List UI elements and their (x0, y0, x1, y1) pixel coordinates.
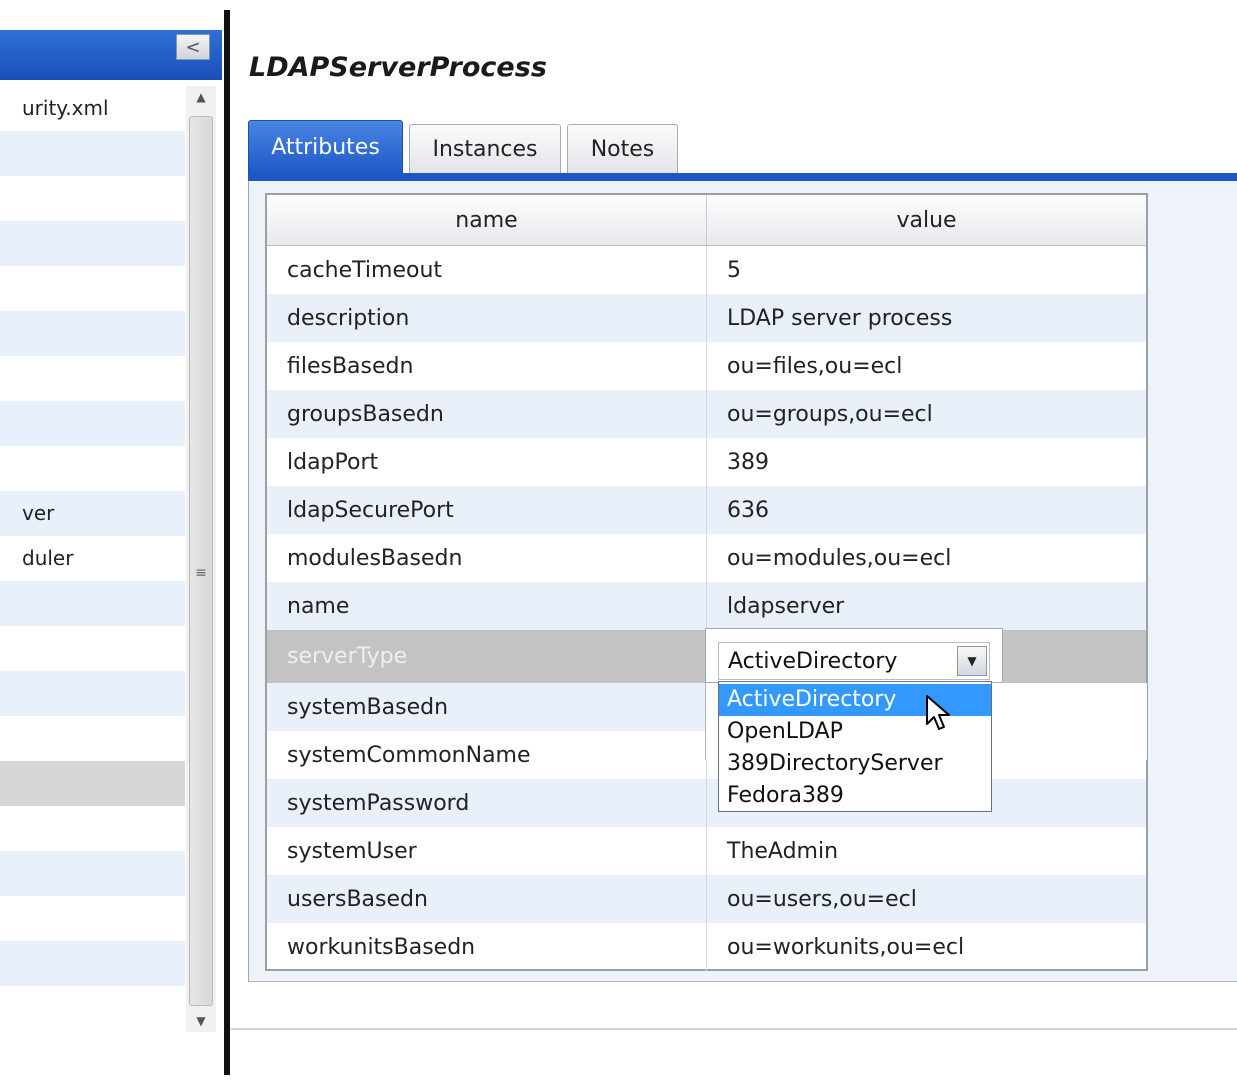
attribute-name-cell: filesBasedn (267, 342, 707, 390)
grid-row-name[interactable]: name ldapserver (267, 582, 1146, 630)
scroll-grip-icon: ≡ (195, 565, 207, 581)
attribute-value-cell[interactable]: ou=workunits,ou=ecl (707, 923, 1146, 971)
attribute-value-cell[interactable]: TheAdmin (707, 827, 1146, 875)
tree-item[interactable] (0, 311, 185, 356)
attributes-grid: name value cacheTimeout 5 description LDAP … (265, 193, 1148, 971)
attribute-name-cell: name (267, 582, 707, 630)
attribute-name-cell: groupsBasedn (267, 390, 707, 438)
tree-item[interactable] (0, 941, 185, 986)
tree-item[interactable]: urity.xml (0, 86, 185, 131)
scroll-up-arrow-icon[interactable]: ▲ (186, 86, 216, 108)
attribute-value-cell[interactable]: LDAP server process (707, 294, 1146, 342)
column-header-value[interactable]: value (707, 195, 1146, 245)
dropdown-option[interactable]: Fedora389 (719, 780, 991, 812)
select-current-value: ActiveDirectory (728, 649, 898, 674)
main-panel: LDAPServerProcess Attributes Instances N… (231, 0, 1237, 1085)
attribute-value-cell[interactable]: ou=modules,ou=ecl (707, 534, 1146, 582)
grid-header: name value (267, 195, 1146, 246)
tree-item[interactable]: duler (0, 536, 185, 581)
dropdown-arrow-icon[interactable]: ▼ (957, 646, 987, 676)
tree-item[interactable] (0, 221, 185, 266)
attribute-value-cell[interactable]: ou=files,ou=ecl (707, 342, 1146, 390)
panel-splitter[interactable] (224, 10, 230, 1075)
tree-item[interactable] (0, 806, 185, 851)
grid-row-filesbasedn[interactable]: filesBasedn ou=files,ou=ecl (267, 342, 1146, 390)
grid-body: cacheTimeout 5 description LDAP server proc… (267, 246, 1146, 971)
tab-instances[interactable]: Instances (409, 124, 561, 174)
page-title: LDAPServerProcess (249, 52, 547, 83)
tree-item[interactable] (0, 986, 185, 1031)
dropdown-option[interactable]: 389DirectoryServer (719, 748, 991, 780)
server-type-select[interactable]: ActiveDirectory ▼ (718, 642, 990, 680)
grid-row-workunitsbasedn[interactable]: workunitsBasedn ou=workunits,ou=ecl (267, 923, 1146, 971)
scroll-thumb[interactable]: ≡ (189, 116, 213, 1006)
grid-row-description[interactable]: description LDAP server process (267, 294, 1146, 342)
tab-attributes[interactable]: Attributes (248, 120, 403, 174)
tree-item[interactable] (0, 356, 185, 401)
grid-row-groupsbasedn[interactable]: groupsBasedn ou=groups,ou=ecl (267, 390, 1146, 438)
attribute-value-cell[interactable]: 5 (707, 246, 1146, 294)
attribute-name-cell: ldapSecurePort (267, 486, 707, 534)
attribute-value-cell[interactable]: ldapserver (707, 582, 1146, 630)
attribute-name-cell: serverType (267, 630, 707, 683)
attribute-name-cell: systemCommonName (267, 731, 707, 779)
tab-notes[interactable]: Notes (567, 124, 678, 174)
grid-row-modulesbasedn[interactable]: modulesBasedn ou=modules,ou=ecl (267, 534, 1146, 582)
attribute-name-cell: usersBasedn (267, 875, 707, 923)
grid-footer (248, 981, 1237, 1008)
tab-bar-underline (248, 173, 1237, 181)
attribute-name-cell: ldapPort (267, 438, 707, 486)
column-header-name[interactable]: name (267, 195, 707, 245)
left-panel: < urity.xml ver duler ▲ ≡ ▼ (0, 0, 223, 1060)
tree-item[interactable] (0, 446, 185, 491)
tree-item[interactable] (0, 626, 185, 671)
grid-row-usersbasedn[interactable]: usersBasedn ou=users,ou=ecl (267, 875, 1146, 923)
grid-row-ldapport[interactable]: ldapPort 389 (267, 438, 1146, 486)
attribute-name-cell: systemUser (267, 827, 707, 875)
tree-item[interactable] (0, 131, 185, 176)
scroll-down-arrow-icon[interactable]: ▼ (186, 1010, 216, 1032)
grid-row-cachetimeout[interactable]: cacheTimeout 5 (267, 246, 1146, 294)
attribute-name-cell: modulesBasedn (267, 534, 707, 582)
left-tree-list: urity.xml ver duler (0, 86, 185, 1031)
attributes-panel: name value cacheTimeout 5 description LDAP … (248, 181, 1237, 981)
left-scrollbar[interactable]: ▲ ≡ ▼ (186, 86, 216, 1032)
tree-item[interactable] (0, 176, 185, 221)
tree-item[interactable] (0, 266, 185, 311)
attribute-name-cell: cacheTimeout (267, 246, 707, 294)
tree-item[interactable] (0, 581, 185, 626)
attribute-value-cell[interactable]: 389 (707, 438, 1146, 486)
attribute-name-cell: workunitsBasedn (267, 923, 707, 971)
tree-item[interactable]: ver (0, 491, 185, 536)
tree-item[interactable] (0, 761, 185, 806)
bottom-separator (231, 1028, 1237, 1030)
grid-row-systemuser[interactable]: systemUser TheAdmin (267, 827, 1146, 875)
tree-item[interactable] (0, 401, 185, 446)
grid-row-ldapsecureport[interactable]: ldapSecurePort 636 (267, 486, 1146, 534)
tree-item[interactable] (0, 896, 185, 941)
attribute-value-cell[interactable]: 636 (707, 486, 1146, 534)
grid-row-systempassword[interactable]: systemPassword (267, 779, 1146, 827)
mouse-pointer-icon (926, 695, 950, 730)
attribute-name-cell: description (267, 294, 707, 342)
attribute-value-cell[interactable]: ou=users,ou=ecl (707, 875, 1146, 923)
attribute-name-cell: systemPassword (267, 779, 707, 827)
collapse-panel-button[interactable]: < (176, 34, 210, 60)
attribute-value-cell[interactable]: ou=groups,ou=ecl (707, 390, 1146, 438)
tree-item[interactable] (0, 716, 185, 761)
attribute-name-cell: systemBasedn (267, 683, 707, 731)
tree-item[interactable] (0, 671, 185, 716)
tree-item[interactable] (0, 851, 185, 896)
